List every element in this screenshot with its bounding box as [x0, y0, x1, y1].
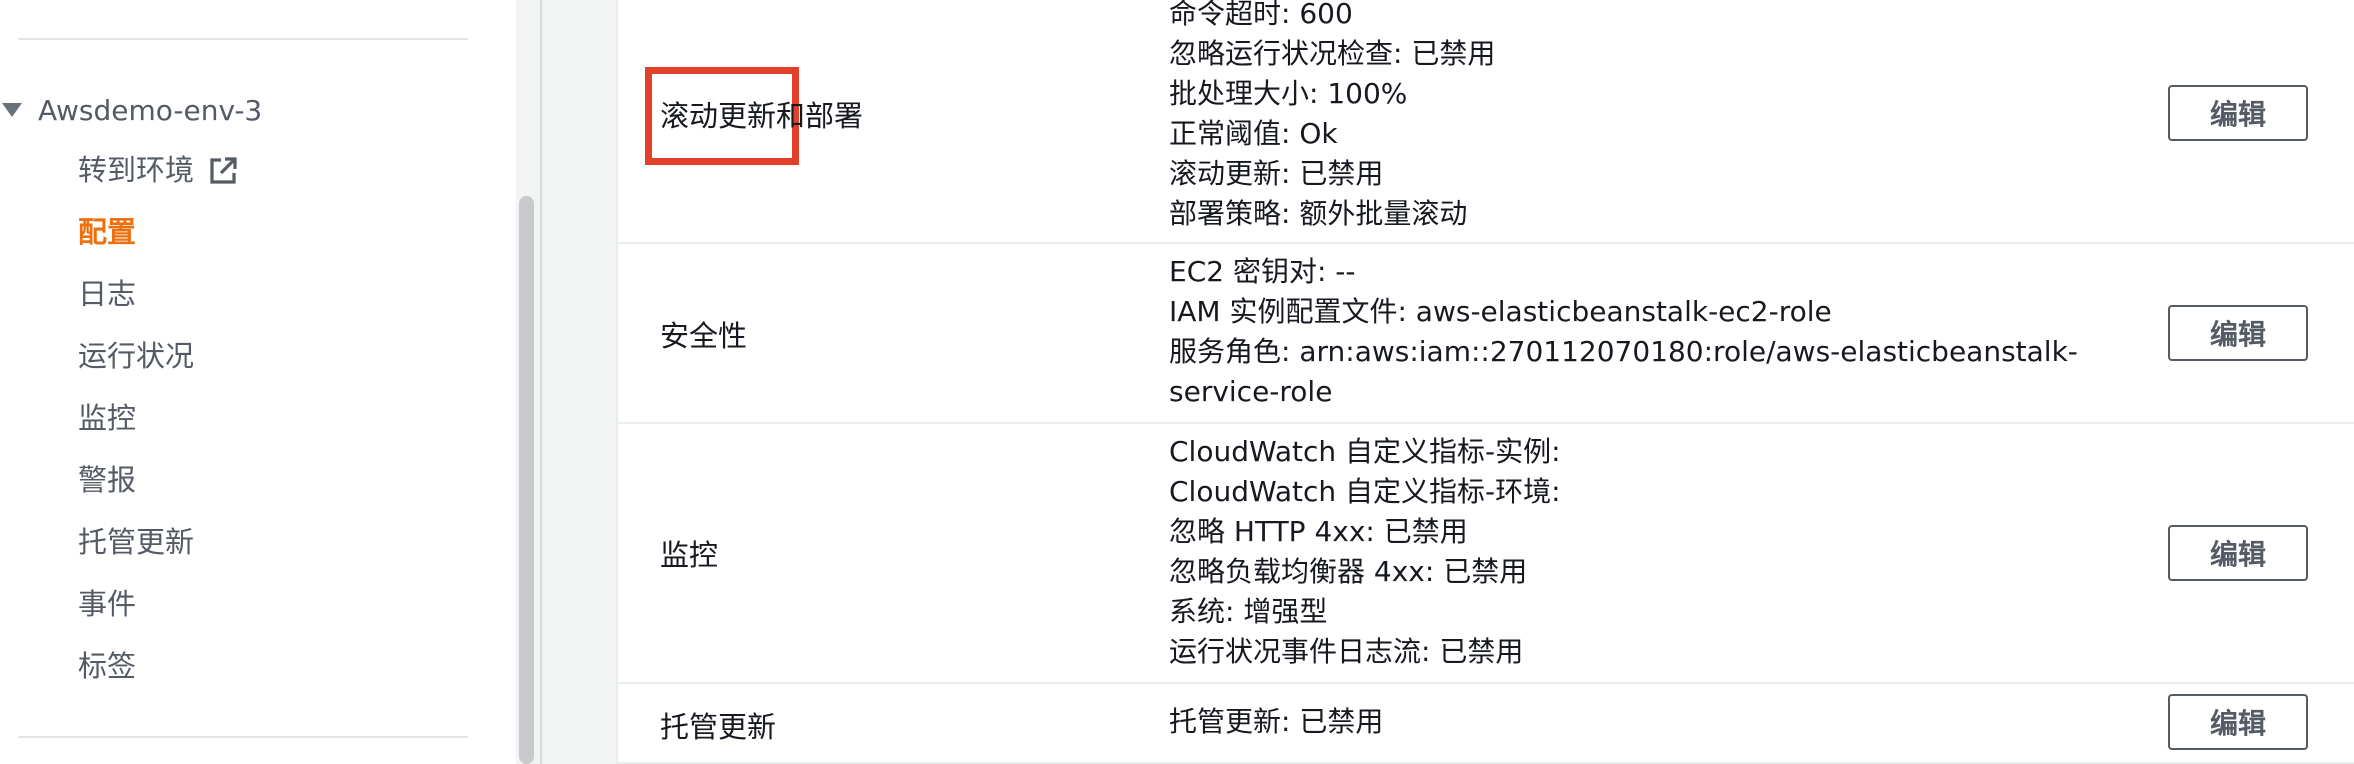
edit-button[interactable]: 编辑: [2168, 525, 2308, 581]
sidebar-item-monitoring[interactable]: 监控: [78, 398, 238, 460]
config-value: IAM 实例配置文件: aws-elasticbeanstalk-ec2-rol…: [1169, 295, 1832, 328]
sidebar-item-label[interactable]: 监控: [78, 398, 136, 438]
sidebar-item-label[interactable]: 运行状况: [78, 336, 194, 376]
sidebar: Awsdemo-env-3 转到环境 配置 日志 运行状况 监控 警报 托管更新…: [0, 0, 515, 764]
config-value: 服务角色: arn:aws:iam::270112070180:role/aws…: [1169, 335, 2078, 368]
sidebar-item-go-to-environment[interactable]: 转到环境: [78, 150, 238, 212]
config-value: 滚动更新: 已禁用: [1169, 157, 1384, 190]
sidebar-item-tags[interactable]: 标签: [78, 646, 238, 708]
edit-button[interactable]: 编辑: [2168, 305, 2308, 361]
config-value: 系统: 增强型: [1169, 595, 1328, 628]
config-value: 命令超时: 600: [1169, 0, 1353, 30]
sidebar-item-label[interactable]: 转到环境: [78, 150, 194, 190]
sidebar-divider-bottom: [18, 736, 468, 738]
config-value: 正常阈值: Ok: [1169, 117, 1338, 150]
config-row-managed-updates: 托管更新 托管更新: 已禁用 编辑: [618, 684, 2354, 764]
sidebar-item-label[interactable]: 日志: [78, 274, 136, 314]
config-value: 忽略负载均衡器 4xx: 已禁用: [1169, 555, 1528, 588]
edit-button[interactable]: 编辑: [2168, 694, 2308, 750]
sidebar-nav: 转到环境 配置 日志 运行状况 监控 警报 托管更新 事件 标签: [78, 150, 238, 708]
config-row-label: 滚动更新和部署: [660, 99, 864, 133]
caret-down-icon[interactable]: [2, 103, 22, 117]
content-divider: [540, 0, 542, 764]
config-value: service-role: [1169, 375, 1333, 408]
sidebar-item-alarms[interactable]: 警报: [78, 460, 238, 522]
config-row-security: 安全性 EC2 密钥对: -- IAM 实例配置文件: aws-elasticb…: [618, 244, 2354, 424]
scrollbar-thumb[interactable]: [519, 196, 534, 764]
config-row-values: EC2 密钥对: -- IAM 实例配置文件: aws-elasticbeans…: [1169, 252, 2078, 412]
sidebar-item-label[interactable]: 事件: [78, 584, 136, 624]
sidebar-divider-top: [18, 38, 468, 40]
configuration-panel: 滚动更新和部署 命令超时: 600 忽略运行状况检查: 已禁用 批处理大小: 1…: [616, 0, 2354, 764]
config-value: 部署策略: 额外批量滚动: [1169, 197, 1468, 230]
config-row-rolling-updates: 滚动更新和部署 命令超时: 600 忽略运行状况检查: 已禁用 批处理大小: 1…: [618, 0, 2354, 244]
config-row-label: 安全性: [660, 319, 748, 353]
config-row-values: CloudWatch 自定义指标-实例: CloudWatch 自定义指标-环境…: [1169, 432, 1561, 672]
sidebar-item-label[interactable]: 标签: [78, 646, 136, 686]
sidebar-item-label[interactable]: 配置: [78, 212, 136, 252]
sidebar-item-configuration[interactable]: 配置: [78, 212, 238, 274]
config-value: 忽略运行状况检查: 已禁用: [1169, 37, 1496, 70]
sidebar-item-label[interactable]: 托管更新: [78, 522, 194, 562]
sidebar-scrollbar[interactable]: [516, 0, 537, 764]
config-value: 托管更新: 已禁用: [1169, 705, 1384, 738]
external-link-icon[interactable]: [208, 156, 238, 196]
sidebar-item-label[interactable]: 警报: [78, 460, 136, 500]
config-row-label: 监控: [660, 538, 719, 572]
config-value: CloudWatch 自定义指标-实例:: [1169, 435, 1561, 468]
environment-name[interactable]: Awsdemo-env-3: [38, 94, 262, 127]
environment-group-header[interactable]: Awsdemo-env-3: [0, 90, 262, 130]
config-row-values: 命令超时: 600 忽略运行状况检查: 已禁用 批处理大小: 100% 正常阈值…: [1169, 0, 1495, 234]
sidebar-item-managed-updates[interactable]: 托管更新: [78, 522, 238, 584]
config-value: 忽略 HTTP 4xx: 已禁用: [1169, 515, 1468, 548]
app-frame: Awsdemo-env-3 转到环境 配置 日志 运行状况 监控 警报 托管更新…: [0, 0, 2354, 764]
config-row-label: 托管更新: [660, 710, 777, 744]
config-value: 批处理大小: 100%: [1169, 77, 1408, 110]
config-row-monitoring: 监控 CloudWatch 自定义指标-实例: CloudWatch 自定义指标…: [618, 424, 2354, 684]
config-value: EC2 密钥对: --: [1169, 255, 1356, 288]
sidebar-item-health[interactable]: 运行状况: [78, 336, 238, 398]
config-value: CloudWatch 自定义指标-环境:: [1169, 475, 1561, 508]
config-row-values: 托管更新: 已禁用: [1169, 702, 1383, 742]
sidebar-item-logs[interactable]: 日志: [78, 274, 238, 336]
sidebar-item-events[interactable]: 事件: [78, 584, 238, 646]
config-value: 运行状况事件日志流: 已禁用: [1169, 635, 1524, 668]
edit-button[interactable]: 编辑: [2168, 85, 2308, 141]
